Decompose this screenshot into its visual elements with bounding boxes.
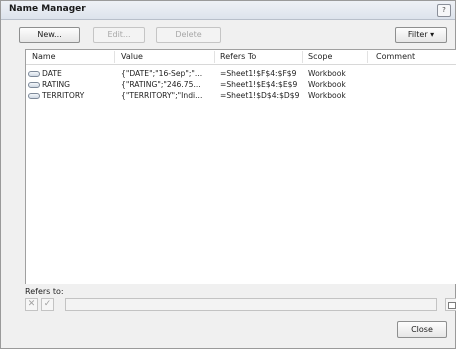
row-value: {"RATING";"246.75... bbox=[121, 80, 201, 89]
row-refers-to: =Sheet1!$D$4:$D$9 bbox=[220, 91, 300, 100]
row-name: TERRITORY bbox=[42, 91, 85, 100]
row-value: {"TERRITORY";"Indi... bbox=[121, 91, 203, 100]
range-name-icon bbox=[28, 82, 40, 88]
row-name: DATE bbox=[42, 69, 62, 78]
confirm-edit-icon[interactable]: ✓ bbox=[41, 298, 54, 311]
collapse-dialog-button[interactable] bbox=[445, 298, 456, 311]
row-value: {"DATE";"16-Sep";"... bbox=[121, 69, 203, 78]
names-list[interactable]: Name Value Refers To Scope Comment DATE … bbox=[25, 49, 456, 284]
list-header: Name Value Refers To Scope Comment bbox=[26, 50, 456, 65]
table-row[interactable]: RATING {"RATING";"246.75... =Sheet1!$E$4… bbox=[26, 80, 456, 90]
delete-button-label: Delete bbox=[175, 30, 202, 39]
collapse-dialog-icon bbox=[448, 302, 456, 309]
row-refers-to: =Sheet1!$F$4:$F$9 bbox=[220, 69, 297, 78]
title-bar: Name Manager ? bbox=[1, 1, 455, 20]
edit-button-label: Edit... bbox=[107, 30, 131, 39]
range-name-icon bbox=[28, 71, 40, 77]
close-button[interactable]: Close bbox=[397, 321, 447, 338]
range-name-icon bbox=[28, 93, 40, 99]
new-button-label: New... bbox=[37, 30, 62, 39]
table-row[interactable]: DATE {"DATE";"16-Sep";"... =Sheet1!$F$4:… bbox=[26, 69, 456, 79]
column-header-value[interactable]: Value bbox=[121, 52, 143, 61]
column-header-name[interactable]: Name bbox=[32, 52, 56, 61]
column-divider[interactable] bbox=[114, 51, 115, 63]
chevron-down-icon: ▾ bbox=[430, 30, 435, 39]
refers-to-input[interactable] bbox=[65, 298, 437, 311]
refers-to-label: Refers to: bbox=[25, 287, 64, 296]
column-header-comment[interactable]: Comment bbox=[376, 52, 415, 61]
row-name: RATING bbox=[42, 80, 71, 89]
filter-button[interactable]: Filter ▾ bbox=[395, 27, 447, 43]
row-scope: Workbook bbox=[308, 80, 346, 89]
column-divider[interactable] bbox=[214, 51, 215, 63]
filter-button-label: Filter bbox=[407, 30, 428, 39]
refers-to-bar: ✕ ✓ bbox=[25, 298, 456, 312]
row-scope: Workbook bbox=[308, 69, 346, 78]
close-button-label: Close bbox=[411, 325, 433, 334]
delete-button[interactable]: Delete bbox=[156, 27, 221, 43]
table-row[interactable]: TERRITORY {"TERRITORY";"Indi... =Sheet1!… bbox=[26, 91, 456, 101]
new-button[interactable]: New... bbox=[19, 27, 80, 43]
column-header-refers-to[interactable]: Refers To bbox=[220, 52, 256, 61]
cancel-edit-icon[interactable]: ✕ bbox=[25, 298, 38, 311]
row-scope: Workbook bbox=[308, 91, 346, 100]
name-manager-dialog: Name Manager ? New... Edit... Delete Fil… bbox=[0, 0, 456, 349]
column-divider[interactable] bbox=[367, 51, 368, 63]
help-button[interactable]: ? bbox=[437, 4, 451, 17]
dialog-title: Name Manager bbox=[9, 4, 86, 14]
row-refers-to: =Sheet1!$E$4:$E$9 bbox=[220, 80, 298, 89]
column-divider[interactable] bbox=[302, 51, 303, 63]
edit-button[interactable]: Edit... bbox=[93, 27, 145, 43]
column-header-scope[interactable]: Scope bbox=[308, 52, 332, 61]
